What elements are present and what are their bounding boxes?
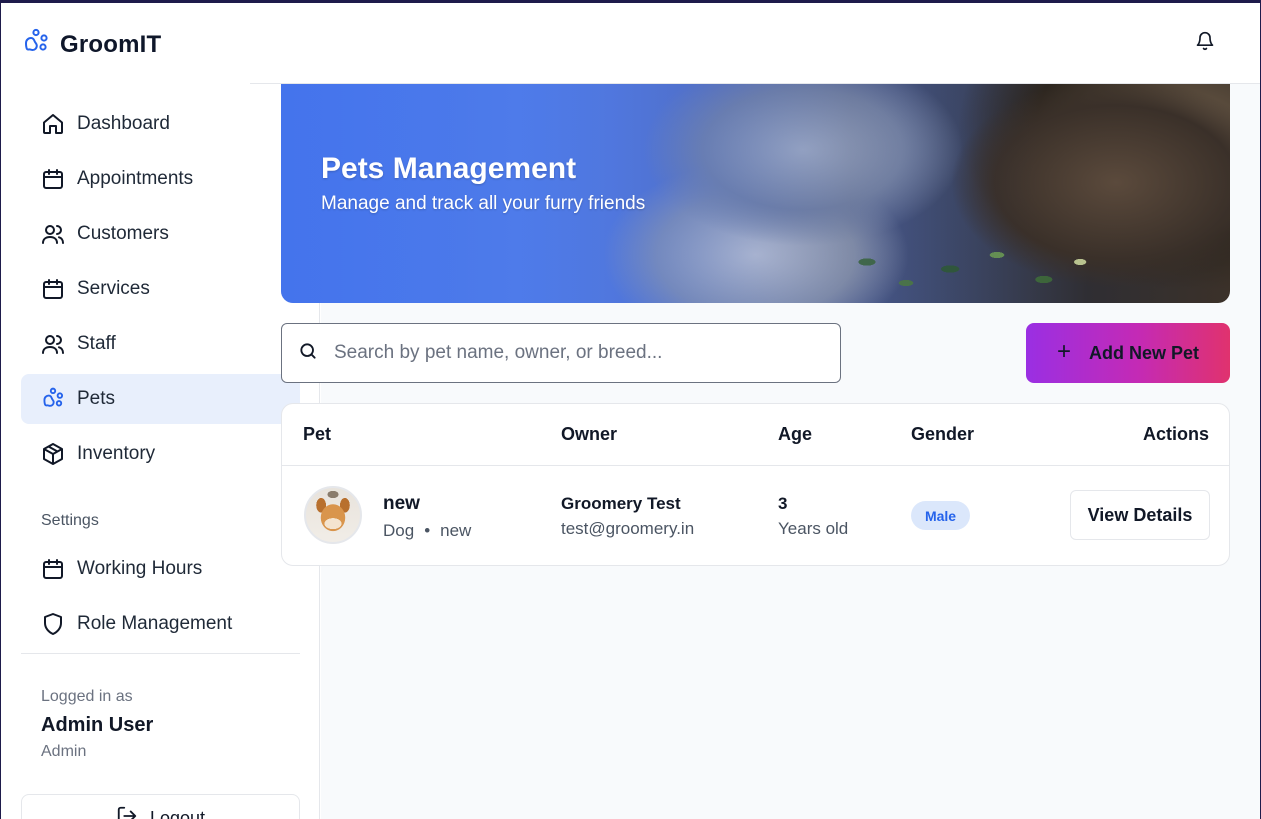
search-box[interactable] (281, 323, 841, 383)
pet-age: 3 (778, 494, 788, 513)
add-new-pet-label: Add New Pet (1089, 342, 1200, 363)
paw-icon (22, 28, 50, 61)
app-title: GroomIT (60, 30, 162, 58)
sidebar-item-services[interactable]: Services (21, 264, 300, 314)
user-name: Admin User (41, 714, 154, 736)
users-icon (41, 332, 65, 356)
gender-badge: Male (911, 501, 970, 530)
pet-name: new (383, 493, 420, 514)
notifications-button[interactable] (1193, 31, 1217, 55)
header-divider (282, 465, 1229, 466)
calendar-icon (41, 557, 65, 581)
search-input[interactable] (334, 342, 814, 364)
paw-icon (41, 387, 65, 411)
pet-breed: new (440, 521, 472, 540)
column-header-actions: Actions (1142, 424, 1209, 444)
pet-species: Dog (383, 521, 415, 540)
view-details-button[interactable]: View Details (1070, 490, 1210, 540)
user-role: Admin (41, 743, 87, 760)
sidebar-item-label: Appointments (77, 168, 194, 189)
sidebar-item-role-management[interactable]: Role Management (21, 599, 300, 649)
shield-icon (41, 612, 65, 636)
brand[interactable]: GroomIT (22, 28, 161, 61)
bell-icon (1195, 31, 1215, 56)
sidebar-item-staff[interactable]: Staff (21, 319, 300, 369)
logged-in-label: Logged in as (41, 688, 133, 705)
sidebar-item-label: Role Management (77, 613, 233, 634)
calendar-icon (41, 277, 65, 301)
page-title: Pets Management (321, 152, 577, 185)
meta-separator: • (424, 521, 431, 540)
search-icon (298, 341, 318, 366)
sidebar-item-label: Working Hours (77, 558, 203, 579)
users-icon (41, 222, 65, 246)
owner-name: Groomery Test (561, 494, 681, 513)
logout-label: Logout (149, 807, 206, 819)
sidebar-item-label: Dashboard (77, 113, 170, 134)
add-new-pet-button[interactable]: + Add New Pet (1026, 323, 1230, 383)
sidebar-item-label: Services (77, 278, 150, 299)
home-icon (41, 112, 65, 136)
sidebar-divider (21, 653, 300, 654)
calendar-icon (41, 167, 65, 191)
plus-icon: + (1056, 338, 1071, 365)
page-subtitle: Manage and track all your furry friends (321, 193, 646, 214)
pet-meta: Dog • new (383, 521, 471, 541)
column-header-age[interactable]: Age (778, 424, 812, 445)
column-header-owner[interactable]: Owner (561, 424, 617, 445)
sidebar: Dashboard Appointments Customers Service… (0, 84, 320, 819)
owner-email: test@groomery.in (561, 519, 695, 538)
sidebar-item-customers[interactable]: Customers (21, 209, 300, 259)
sidebar-item-inventory[interactable]: Inventory (21, 429, 300, 479)
sidebar-item-label: Customers (77, 223, 169, 244)
logout-button[interactable]: Logout (21, 794, 300, 819)
top-bar: GroomIT (0, 0, 1261, 84)
settings-section-label: Settings (41, 512, 99, 529)
sidebar-item-working-hours[interactable]: Working Hours (21, 544, 300, 594)
pet-avatar (304, 486, 362, 544)
column-header-pet[interactable]: Pet (303, 424, 331, 445)
pets-table: Pet Owner Age Gender Actions new Dog • n… (281, 403, 1230, 566)
sidebar-item-appointments[interactable]: Appointments (21, 154, 300, 204)
logout-icon (116, 805, 138, 819)
sidebar-item-label: Staff (77, 333, 116, 354)
column-header-gender[interactable]: Gender (911, 424, 974, 445)
box-icon (41, 442, 65, 466)
pet-age-unit: Years old (778, 519, 849, 538)
sidebar-item-dashboard[interactable]: Dashboard (21, 99, 300, 149)
sidebar-item-label: Inventory (77, 443, 156, 464)
sidebar-item-pets[interactable]: Pets (21, 374, 300, 424)
sidebar-item-label: Pets (77, 388, 116, 409)
